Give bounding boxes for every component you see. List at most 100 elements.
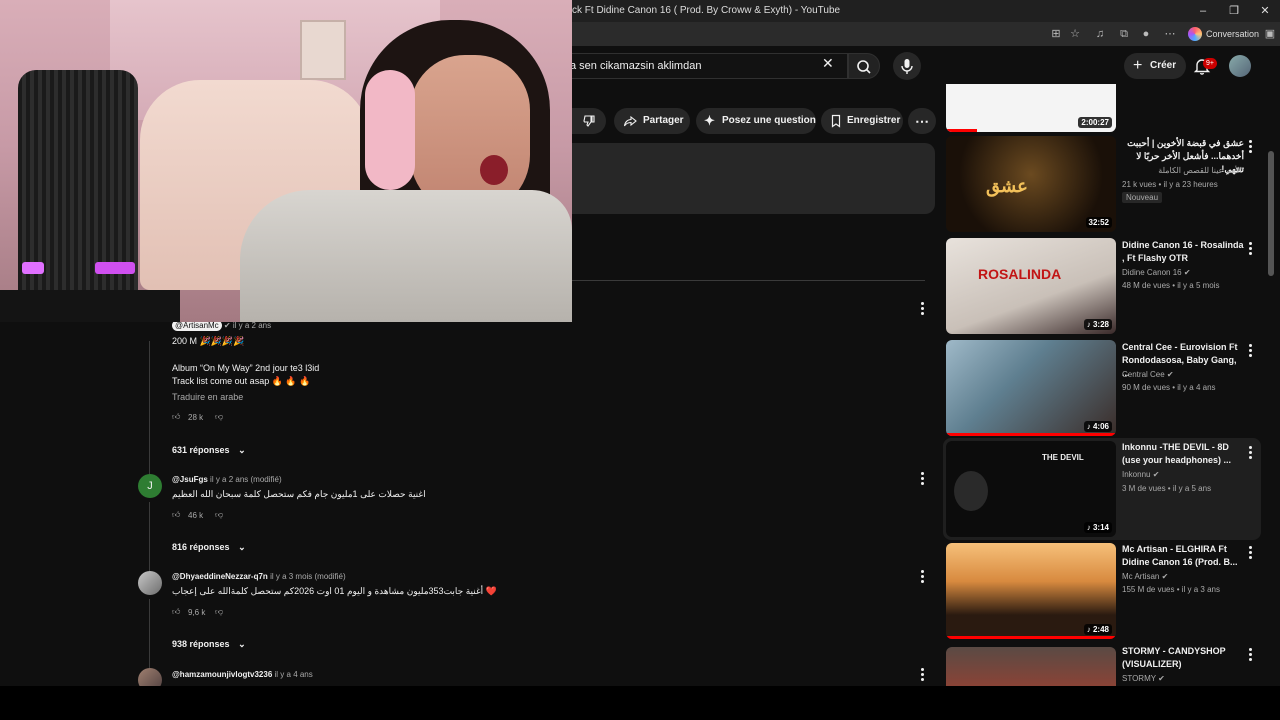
- comment-text-line: 200 M 🎉🎉🎉🎉: [172, 336, 245, 346]
- video-thumbnail[interactable]: عشق 32:52: [946, 136, 1116, 232]
- comment-author: @hamzamounjivlogtv3236 il y a 4 ans: [172, 670, 313, 679]
- watch-progress-bar: [946, 129, 977, 132]
- replies-toggle[interactable]: 631 réponses ⌄: [172, 445, 246, 456]
- verified-icon: ✔: [1161, 572, 1169, 581]
- comment-menu-button[interactable]: [918, 472, 926, 486]
- like-button[interactable]: 👍︎: [172, 607, 180, 617]
- thumbs-up-icon: 👍︎: [172, 412, 181, 421]
- like-count: 9,6 k: [188, 608, 206, 617]
- close-window-button[interactable]: ✕: [1250, 3, 1280, 19]
- video-thumbnail[interactable]: ROSALINDA ♪ 3:28: [946, 238, 1116, 334]
- collections-icon[interactable]: ⧉: [1116, 26, 1132, 42]
- avatar[interactable]: J: [138, 474, 162, 498]
- create-button[interactable]: + Créer: [1124, 53, 1187, 79]
- thumbs-down-icon: 👎︎: [215, 607, 224, 616]
- video-channel[interactable]: STORMY ✔: [1122, 672, 1246, 685]
- window-title: ck Ft Didine Canon 16 ( Prod. By Croww &…: [572, 5, 841, 16]
- sparkle-icon: ✦: [704, 113, 715, 128]
- comment-menu-button[interactable]: [918, 570, 926, 584]
- share-label: Partager: [643, 115, 684, 126]
- video-channel[interactable]: Mc Artisan ✔: [1122, 570, 1246, 583]
- video-duration: ♪ 3:14: [1083, 522, 1112, 533]
- video-duration: 32:52: [1085, 217, 1112, 228]
- dislike-comment-button[interactable]: 👎︎: [215, 607, 223, 617]
- headset-earcup: [365, 70, 415, 190]
- author-handle[interactable]: @JsuFgs: [172, 475, 208, 484]
- ask-question-button[interactable]: ✦ Posez une question: [696, 108, 816, 134]
- sidebar-toggle-icon[interactable]: ▣: [1262, 26, 1278, 42]
- video-duration: 2:00:27: [1078, 117, 1112, 128]
- avatar[interactable]: [138, 668, 162, 686]
- profile-icon[interactable]: ●: [1138, 26, 1154, 42]
- video-description-box[interactable]: [572, 143, 935, 214]
- comment-time: il y a 3 mois (modifié): [270, 572, 346, 581]
- translate-link[interactable]: Traduire en arabe: [172, 392, 243, 402]
- search-button[interactable]: [848, 53, 880, 79]
- create-label: Créer: [1150, 60, 1177, 71]
- save-button[interactable]: Enregistrer: [821, 108, 903, 134]
- save-label: Enregistrer: [847, 115, 901, 126]
- author-handle[interactable]: @DhyaeddineNezzar-q7n: [172, 572, 268, 581]
- comment-menu-button[interactable]: [918, 302, 926, 316]
- thumbnail-title-text: THE DEVIL: [1042, 453, 1084, 462]
- more-actions-button[interactable]: ⋯: [908, 108, 936, 134]
- thumbs-down-icon: [583, 115, 595, 127]
- video-thumbnail[interactable]: [946, 647, 1116, 686]
- thumbs-up-icon: 👍︎: [172, 510, 181, 519]
- video-thumbnail[interactable]: ♪ 4:06: [946, 340, 1116, 436]
- chevron-down-icon: ⌄: [238, 445, 246, 455]
- video-channel[interactable]: Didine Canon 16 ✔: [1122, 266, 1246, 279]
- scrollbar-thumb[interactable]: [1268, 151, 1274, 276]
- video-thumbnail[interactable]: 2:00:27: [946, 84, 1116, 132]
- new-badge: Nouveau: [1122, 192, 1163, 203]
- video-menu-button[interactable]: [1246, 140, 1254, 154]
- like-button[interactable]: 👍︎: [172, 412, 180, 422]
- dislike-comment-button[interactable]: 👎︎: [215, 510, 223, 520]
- video-title[interactable]: STORMY - CANDYSHOP (VISUALIZER): [1122, 645, 1244, 671]
- dislike-button[interactable]: [572, 108, 606, 134]
- copilot-icon: [1188, 27, 1202, 41]
- video-meta: 155 M de vues • il y a 3 ans: [1122, 585, 1220, 594]
- watch-progress-bar: [946, 636, 1116, 639]
- minimize-button[interactable]: –: [1188, 3, 1218, 19]
- verified-icon: ✔: [1166, 370, 1174, 379]
- dislike-comment-button[interactable]: 👎︎: [215, 412, 223, 422]
- video-thumbnail[interactable]: THE DEVIL ♪ 3:14: [946, 441, 1116, 537]
- video-menu-button[interactable]: [1246, 344, 1254, 358]
- conversation-button[interactable]: Conversation: [1186, 25, 1265, 43]
- video-channel[interactable]: Central Cee ✔: [1122, 368, 1246, 381]
- video-channel[interactable]: Inkonnu ✔: [1122, 468, 1246, 481]
- video-menu-button[interactable]: [1246, 242, 1254, 256]
- favorite-star-icon[interactable]: ☆: [1067, 26, 1083, 42]
- share-button[interactable]: Partager: [614, 108, 690, 134]
- like-button[interactable]: 👍︎: [172, 510, 180, 520]
- comment-menu-button[interactable]: [918, 668, 926, 682]
- video-title[interactable]: Mc Artisan - ELGHIRA Ft Didine Canon 16 …: [1122, 543, 1244, 569]
- video-title[interactable]: Didine Canon 16 - Rosalinda , Ft Flashy …: [1122, 239, 1244, 265]
- thread-line: [149, 341, 150, 489]
- video-duration: ♪ 4:06: [1083, 421, 1112, 432]
- clear-search-icon[interactable]: ✕: [822, 55, 834, 72]
- app-grid-icon[interactable]: ⊞: [1048, 26, 1064, 42]
- video-thumbnail[interactable]: ♪ 2:48: [946, 543, 1116, 639]
- author-handle[interactable]: @hamzamounjivlogtv3236: [172, 670, 272, 679]
- extension-icon[interactable]: ♫: [1092, 26, 1108, 42]
- chevron-down-icon: ⌄: [238, 542, 246, 552]
- voice-search-button[interactable]: [893, 52, 921, 80]
- avatar[interactable]: [138, 571, 162, 595]
- video-menu-button[interactable]: [1246, 546, 1254, 560]
- more-menu-icon[interactable]: ⋯: [1162, 26, 1178, 42]
- search-input[interactable]: a sen cikamazsin aklimdan: [560, 53, 848, 79]
- video-menu-button[interactable]: [1246, 446, 1254, 460]
- chevron-down-icon: ⌄: [238, 639, 246, 649]
- replies-toggle[interactable]: 938 réponses ⌄: [172, 639, 246, 650]
- comment-author: @ArtisanMc ✔ il y a 2 ans: [172, 320, 271, 331]
- replies-toggle[interactable]: 816 réponses ⌄: [172, 542, 246, 553]
- video-title[interactable]: Inkonnu -THE DEVIL - 8D (use your headph…: [1122, 441, 1244, 467]
- maximize-button[interactable]: ❐: [1219, 3, 1249, 19]
- thumbnail-face: [954, 471, 988, 511]
- account-avatar[interactable]: [1229, 55, 1251, 77]
- video-meta: 90 M de vues • il y a 4 ans: [1122, 383, 1216, 392]
- video-channel[interactable]: الأمم عينا للقصص الكاملة: [1122, 164, 1242, 177]
- video-menu-button[interactable]: [1246, 648, 1254, 662]
